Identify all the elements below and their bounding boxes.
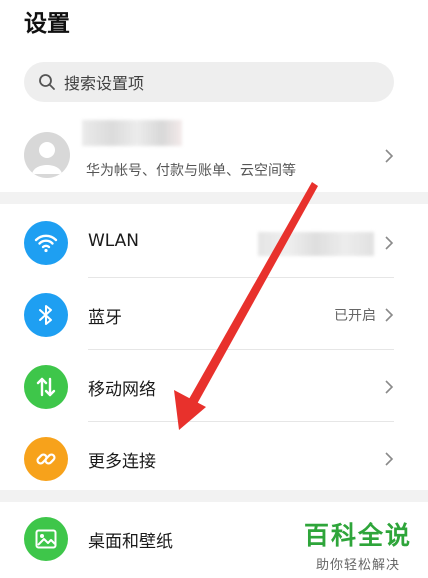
setting-label: 桌面和壁纸 — [88, 532, 173, 552]
chevron-right-icon — [385, 236, 394, 250]
watermark-title: 百科全说 — [304, 521, 413, 550]
avatar — [24, 132, 70, 178]
link-icon — [24, 437, 68, 481]
top-section: 设置 搜索设置项 华为帐号、付款与账单、云空间等 — [0, 0, 428, 192]
account-subtitle: 华为帐号、付款与账单、云空间等 — [86, 163, 296, 179]
chevron-right-icon — [385, 452, 394, 466]
setting-row-bluetooth[interactable]: 蓝牙 已开启 — [0, 278, 428, 350]
setting-label: 蓝牙 — [88, 308, 122, 328]
chevron-right-icon — [385, 149, 394, 163]
account-row[interactable]: 华为帐号、付款与账单、云空间等 — [0, 120, 428, 192]
chevron-right-icon — [385, 380, 394, 394]
person-icon — [32, 142, 62, 174]
setting-value: 已开启 — [334, 308, 376, 324]
search-icon — [39, 74, 55, 90]
wallpaper-icon — [24, 517, 68, 561]
watermark: 百科全说 助你轻松解决 — [304, 516, 412, 573]
setting-row-mobile-network[interactable]: 移动网络 — [0, 350, 428, 422]
connectivity-card: WLAN 蓝牙 已开启 移动网络 更多连接 — [0, 204, 428, 490]
search-placeholder: 搜索设置项 — [64, 74, 145, 93]
wifi-icon — [24, 221, 68, 265]
wifi-network-blurred — [258, 232, 374, 256]
setting-label: 更多连接 — [88, 452, 156, 472]
search-bar[interactable]: 搜索设置项 — [24, 62, 394, 102]
watermark-subtitle: 助你轻松解决 — [316, 558, 401, 573]
chevron-right-icon — [385, 308, 394, 322]
account-name-blurred — [82, 120, 182, 146]
mobile-data-icon — [24, 365, 68, 409]
setting-label: WLAN — [88, 231, 140, 251]
bluetooth-icon — [24, 293, 68, 337]
setting-label: 移动网络 — [88, 380, 156, 400]
page-title: 设置 — [24, 11, 70, 37]
setting-row-more-connections[interactable]: 更多连接 — [0, 422, 428, 494]
setting-row-wlan[interactable]: WLAN — [0, 206, 428, 278]
